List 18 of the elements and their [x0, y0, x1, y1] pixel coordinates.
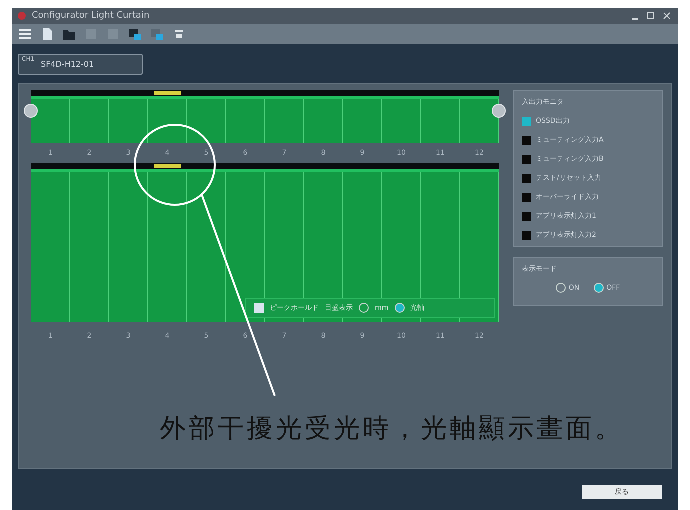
close-button[interactable]	[662, 11, 672, 21]
mode-radio[interactable]	[594, 283, 604, 293]
range-handle[interactable]	[24, 104, 38, 118]
window-title: Configurator Light Curtain	[32, 11, 150, 21]
maximize-button[interactable]	[646, 11, 656, 21]
minimize-icon	[632, 18, 638, 20]
tray-icon[interactable]	[172, 27, 186, 41]
app-logo-icon	[18, 12, 26, 20]
mode-radio[interactable]	[556, 283, 566, 293]
menu-icon[interactable]	[18, 27, 32, 41]
folder-icon[interactable]	[62, 27, 76, 41]
peak-hold-checkbox[interactable]	[254, 303, 264, 313]
range-handle[interactable]	[492, 104, 506, 118]
monitor-icon[interactable]	[128, 27, 142, 41]
unit-radio[interactable]	[394, 303, 405, 313]
unit-radio[interactable]	[359, 303, 369, 313]
document-icon[interactable]	[40, 27, 54, 41]
annotation-caption: 外部干擾光受光時，光軸顯示畫面。	[160, 413, 624, 446]
